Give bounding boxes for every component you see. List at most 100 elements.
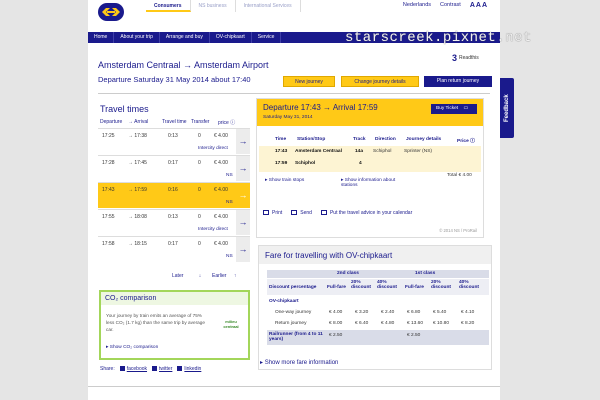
text-size-control[interactable]: AAA <box>470 2 488 9</box>
row-travel-time: 0:17 <box>168 160 178 166</box>
row-departure: 17:43 <box>102 187 115 193</box>
show-train-stops-link[interactable]: ▸ Show train stops <box>265 178 304 183</box>
travel-time-row[interactable]: 17:58 → 18:15 0:17 0 € 4.00 NS → <box>98 236 250 262</box>
calendar-link[interactable]: Put the travel advice in your calendar <box>320 210 413 216</box>
twitter-label: twitter <box>159 366 173 372</box>
fare-value: € 2.40 <box>381 310 395 315</box>
page-background-left <box>0 0 88 400</box>
leg-station: Amsterdam Centraal <box>295 149 342 154</box>
print-link[interactable]: Print <box>263 210 282 216</box>
change-journey-details-button[interactable]: Change journey details <box>341 76 419 87</box>
nav-home[interactable]: Home <box>88 32 115 43</box>
row-transfer: 0 <box>198 241 201 247</box>
fare-class-band <box>267 270 489 278</box>
language-link[interactable]: Nederlands <box>403 2 431 9</box>
show-station-info-label: Show information about stations <box>341 178 396 188</box>
travel-time-row-selected[interactable]: 17:43 → 17:59 0:16 0 € 4.00 NS → <box>98 182 250 208</box>
show-more-fare-info-link[interactable]: ▸ Show more fare information <box>260 359 338 366</box>
row-travel-time: 0:13 <box>168 133 178 139</box>
fare-col: 20% discount <box>431 280 451 290</box>
row-arrow-icon[interactable]: → <box>236 237 250 262</box>
railrunner-label: Railrunner (from 4 to 11 years) <box>269 332 323 342</box>
twitter-icon <box>152 366 158 372</box>
journey-legs: 17:43 Amsterdam Centraal 14a Schiphol Sp… <box>259 146 481 172</box>
page-background-right <box>500 0 600 400</box>
row-price: € 4.00 <box>214 214 228 220</box>
row-carrier: Intercity direct <box>198 227 228 232</box>
page-container: Consumers NS business International Serv… <box>88 0 500 400</box>
tab-ns-business[interactable]: NS business <box>191 0 236 12</box>
row-transfer: 0 <box>198 160 201 166</box>
col-price: price ⓘ <box>218 120 236 126</box>
nav-arrange-and-buy[interactable]: Arrange and buy <box>160 32 210 43</box>
leg-details: Sprinter (NS) <box>404 149 432 154</box>
leg-time: 17:43 <box>275 149 288 154</box>
feedback-tab[interactable]: Feedback <box>500 78 514 138</box>
show-co2-link[interactable]: ▸ Show CO₂ comparison <box>106 345 158 350</box>
fare-value: € 4.10 <box>461 310 475 315</box>
row-arrival: → 18:08 <box>128 214 147 220</box>
share-twitter[interactable]: twitter <box>152 366 172 372</box>
print-icon <box>263 210 269 216</box>
plan-return-journey-button[interactable]: Plan return journey <box>424 76 492 87</box>
row-arrival: → 17:38 <box>128 133 147 139</box>
buy-ticket-button[interactable]: Buy Ticket ▭ <box>431 104 477 114</box>
divider <box>98 93 490 94</box>
send-link[interactable]: Send <box>291 210 312 216</box>
linkedin-icon <box>177 366 183 372</box>
row-arrow-icon[interactable]: → <box>236 210 250 235</box>
later-button[interactable]: Later ↓ <box>172 272 201 280</box>
nav-ov-chipkaart[interactable]: OV-chipkaart <box>210 32 252 43</box>
row-arrow-icon[interactable]: → <box>236 129 250 154</box>
travel-time-row[interactable]: 17:28 → 17:45 0:17 0 € 4.00 NS → <box>98 155 250 181</box>
fare-col: 40% discount <box>377 280 397 290</box>
ns-logo[interactable] <box>98 3 124 21</box>
fare-value: € 6.40 <box>355 321 369 326</box>
row-arrow-icon[interactable]: → <box>236 156 250 181</box>
watermark: starscreek.pixnet.net <box>345 30 532 46</box>
send-label: Send <box>300 210 312 216</box>
col-journey-details: Journey details <box>406 137 442 142</box>
share-label: Share: <box>100 366 115 372</box>
fare-value: € 6.80 <box>407 310 421 315</box>
col-track: Track <box>353 137 366 142</box>
row-departure: 17:28 <box>102 160 115 166</box>
fare-value: € 4.00 <box>329 310 343 315</box>
tab-international-services[interactable]: International Services <box>236 0 301 12</box>
col-arrival: → Arrival <box>128 119 149 125</box>
fare-value: € 10.80 <box>433 321 450 326</box>
copyright: © 2014 NS / ProRail <box>439 228 477 233</box>
journey-total: Total € 4.00 <box>447 173 472 178</box>
ns-logo-icon <box>102 8 120 16</box>
utility-links: Nederlands Contrast AAA <box>403 2 488 9</box>
chevron-down-icon: ↓ <box>198 273 202 279</box>
readspeaker-icon: 3 <box>452 53 458 63</box>
share-linkedin[interactable]: linkedin <box>177 366 201 372</box>
nav-service[interactable]: Service <box>252 32 282 43</box>
travel-time-row[interactable]: 17:55 → 18:08 0:13 0 € 4.00 Intercity di… <box>98 209 250 235</box>
readspeaker[interactable]: 3 Readthis <box>452 53 479 63</box>
fare-col: 40% discount <box>459 280 479 290</box>
more-fare-info-label: Show more fare information <box>264 360 339 366</box>
new-journey-button[interactable]: New journey <box>283 76 335 87</box>
tab-consumers[interactable]: Consumers <box>146 0 191 12</box>
row-price: € 4.00 <box>214 133 228 139</box>
route-departure: Departure Saturday 31 May 2014 about 17:… <box>98 75 251 84</box>
contrast-link[interactable]: Contrast <box>440 2 461 9</box>
journey-details-header: Departure 17:43 → Arrival 17:59 Saturday… <box>257 99 483 126</box>
mail-icon <box>291 210 298 216</box>
calendar-label: Put the travel advice in your calendar <box>329 210 413 216</box>
share-bar: Share: facebook twitter linkedin <box>100 366 201 372</box>
co2-text: Your journey by train emits an average o… <box>106 313 206 332</box>
row-arrival: → 17:45 <box>128 160 147 166</box>
col-station: Station/Stop <box>297 137 326 142</box>
earlier-button[interactable]: Earlier ↑ <box>212 272 236 280</box>
fare-value: € 8.20 <box>461 321 475 326</box>
share-facebook[interactable]: facebook <box>119 366 148 372</box>
row-travel-time: 0:13 <box>168 214 178 220</box>
nav-about-your-trip[interactable]: About your trip <box>114 32 160 43</box>
travel-time-row[interactable]: 17:25 → 17:38 0:13 0 € 4.00 Intercity di… <box>98 128 250 154</box>
show-station-info-link[interactable]: ▸ Show information about stations <box>341 178 401 188</box>
row-arrow-icon[interactable]: → <box>236 183 250 208</box>
facebook-label: facebook <box>126 366 148 372</box>
